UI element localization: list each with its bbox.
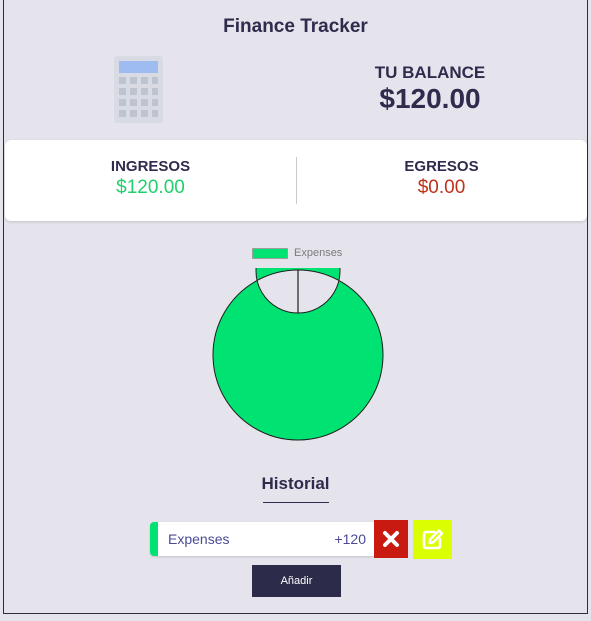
balance-label: TU BALANCE bbox=[374, 63, 486, 82]
expense-value: $0.00 bbox=[417, 177, 466, 198]
summary-card: INGRESOS $120.00 EGRESOS $0.00 bbox=[5, 140, 587, 221]
calculator-icon bbox=[114, 56, 163, 123]
donut-chart bbox=[212, 268, 384, 441]
legend-swatch bbox=[252, 248, 288, 259]
app-title: Finance Tracker bbox=[223, 16, 368, 37]
income-summary: INGRESOS $120.00 bbox=[5, 140, 296, 221]
close-icon bbox=[383, 531, 399, 547]
history-underline bbox=[263, 502, 329, 503]
add-button[interactable]: Añadir bbox=[252, 565, 341, 597]
entry-name: Expenses bbox=[168, 531, 230, 547]
income-label: INGRESOS bbox=[110, 158, 191, 175]
expense-label: EGRESOS bbox=[404, 158, 479, 175]
edit-icon bbox=[422, 529, 444, 550]
entry-amount: +120 bbox=[334, 531, 366, 547]
edit-button[interactable] bbox=[413, 520, 452, 559]
balance-amount: $120.00 bbox=[379, 83, 481, 114]
delete-button[interactable] bbox=[374, 520, 408, 558]
legend-label: Expenses bbox=[294, 247, 343, 259]
expense-summary: EGRESOS $0.00 bbox=[296, 140, 587, 221]
history-entry: Expenses +120 bbox=[150, 522, 374, 556]
history-title: Historial bbox=[261, 474, 330, 493]
income-value: $120.00 bbox=[116, 177, 185, 198]
entry-color-bar bbox=[150, 522, 158, 556]
